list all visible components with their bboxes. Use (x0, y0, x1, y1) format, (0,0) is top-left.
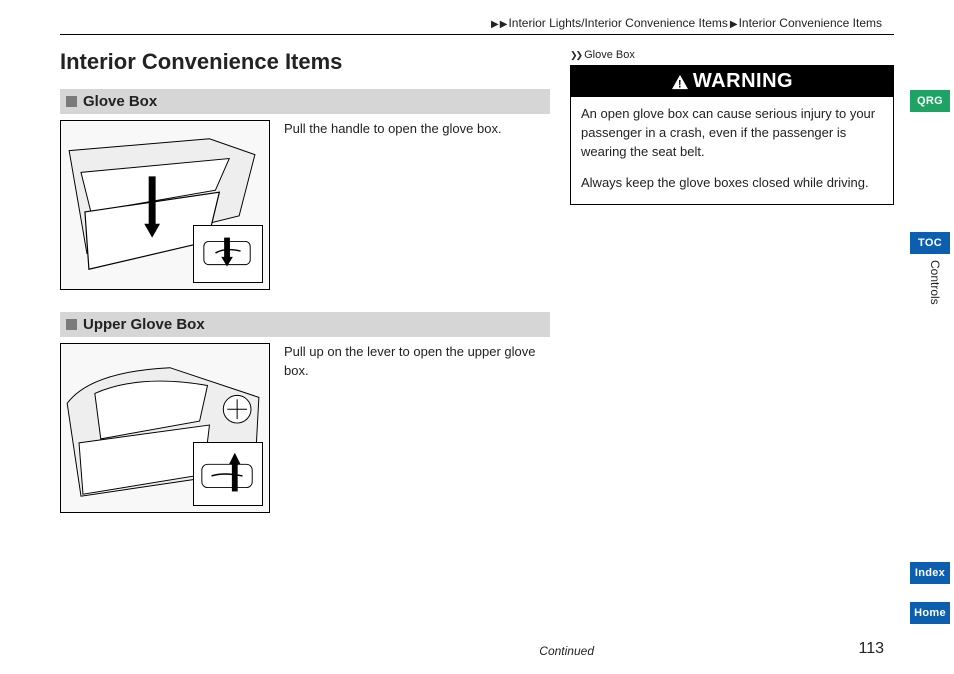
warning-triangle-icon: ! (671, 74, 689, 90)
section-heading: Upper Glove Box (60, 312, 550, 337)
tab-toc[interactable]: TOC (910, 232, 950, 254)
page: ▶▶Interior Lights/Interior Convenience I… (0, 0, 954, 674)
chevron-right-icon: ▶ (500, 19, 508, 30)
square-bullet-icon (66, 96, 77, 107)
main-column: Interior Convenience Items Glove Box (60, 49, 570, 513)
page-title: Interior Convenience Items (60, 49, 550, 75)
illustration-inset (193, 225, 263, 283)
warning-header: ! WARNING (571, 66, 893, 97)
section-body: Pull the handle to open the glove box. (60, 120, 550, 290)
warning-title: WARNING (693, 70, 793, 93)
lever-detail-icon (194, 443, 262, 505)
warning-paragraph: An open glove box can cause serious inju… (581, 105, 883, 162)
square-bullet-icon (66, 319, 77, 330)
illustration-upper-glove-box (60, 343, 270, 513)
sidebar-ref-label: Glove Box (584, 49, 635, 61)
header-rule (60, 34, 894, 35)
illustration-glove-box (60, 120, 270, 290)
page-footer: Continued 113 (60, 644, 894, 658)
section-upper-glove-box: Upper Glove Box (60, 312, 550, 513)
section-text: Pull the handle to open the glove box. (270, 120, 550, 290)
warning-box: ! WARNING An open glove box can cause se… (570, 65, 894, 205)
page-number: 113 (858, 640, 884, 658)
warning-paragraph: Always keep the glove boxes closed while… (581, 174, 883, 193)
chevron-right-icon: ▶ (491, 19, 499, 30)
handle-detail-icon (194, 226, 262, 282)
breadcrumb: ▶▶Interior Lights/Interior Convenience I… (60, 16, 894, 30)
section-heading: Glove Box (60, 89, 550, 114)
breadcrumb-segment: Interior Convenience Items (739, 16, 882, 30)
section-body: Pull up on the lever to open the upper g… (60, 343, 550, 513)
tab-controls[interactable]: Controls (928, 260, 942, 305)
sidebar-column: ❯❯ Glove Box ! WARNING An open glove box… (570, 49, 894, 513)
content-columns: Interior Convenience Items Glove Box (60, 49, 894, 513)
tab-qrg[interactable]: QRG (910, 90, 950, 112)
breadcrumb-segment: Interior Lights/Interior Convenience Ite… (508, 16, 727, 30)
svg-text:!: ! (678, 78, 682, 90)
chevron-right-icon: ▶ (730, 19, 738, 30)
illustration-inset (193, 442, 263, 506)
warning-body: An open glove box can cause serious inju… (571, 97, 893, 204)
section-title: Glove Box (83, 93, 157, 110)
tab-index[interactable]: Index (910, 562, 950, 584)
section-title: Upper Glove Box (83, 316, 205, 333)
sidebar-reference: ❯❯ Glove Box (570, 49, 894, 61)
side-tabs: QRG TOC Controls Index Home (906, 0, 954, 674)
continued-label: Continued (539, 644, 594, 658)
section-text: Pull up on the lever to open the upper g… (270, 343, 550, 513)
tab-home[interactable]: Home (910, 602, 950, 624)
double-chevron-icon: ❯❯ (570, 50, 581, 61)
section-glove-box: Glove Box (60, 89, 550, 290)
